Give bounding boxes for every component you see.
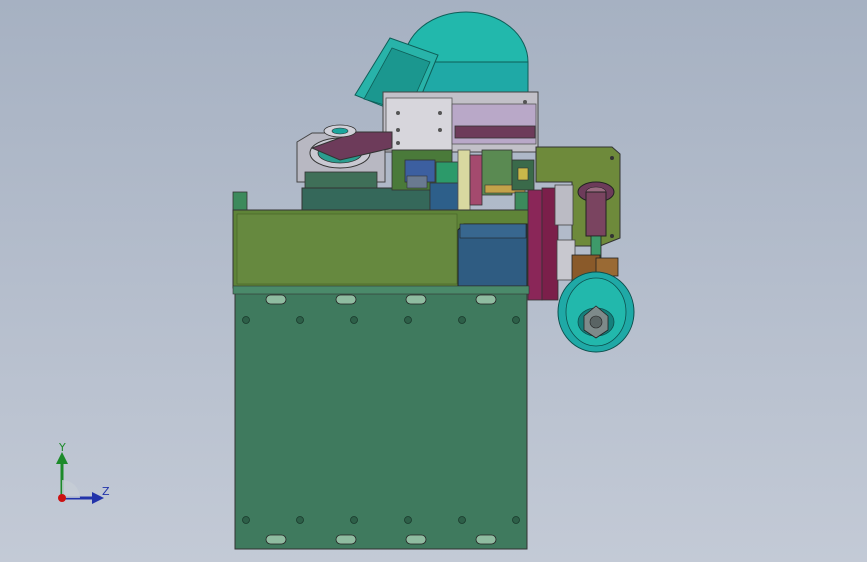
y-axis-label: Y (59, 441, 66, 454)
orientation-triad: Y Z (40, 440, 130, 520)
base-plate[interactable] (232, 285, 530, 550)
upper-bracket[interactable] (382, 91, 539, 153)
assembly-model[interactable] (0, 0, 867, 562)
roller-wheel[interactable] (557, 271, 635, 353)
triad-axes (56, 452, 104, 504)
maroon-plate[interactable] (527, 184, 576, 301)
cad-viewport[interactable]: Y Z (0, 0, 867, 562)
origin-icon (58, 494, 66, 502)
z-axis-label: Z (102, 485, 110, 498)
